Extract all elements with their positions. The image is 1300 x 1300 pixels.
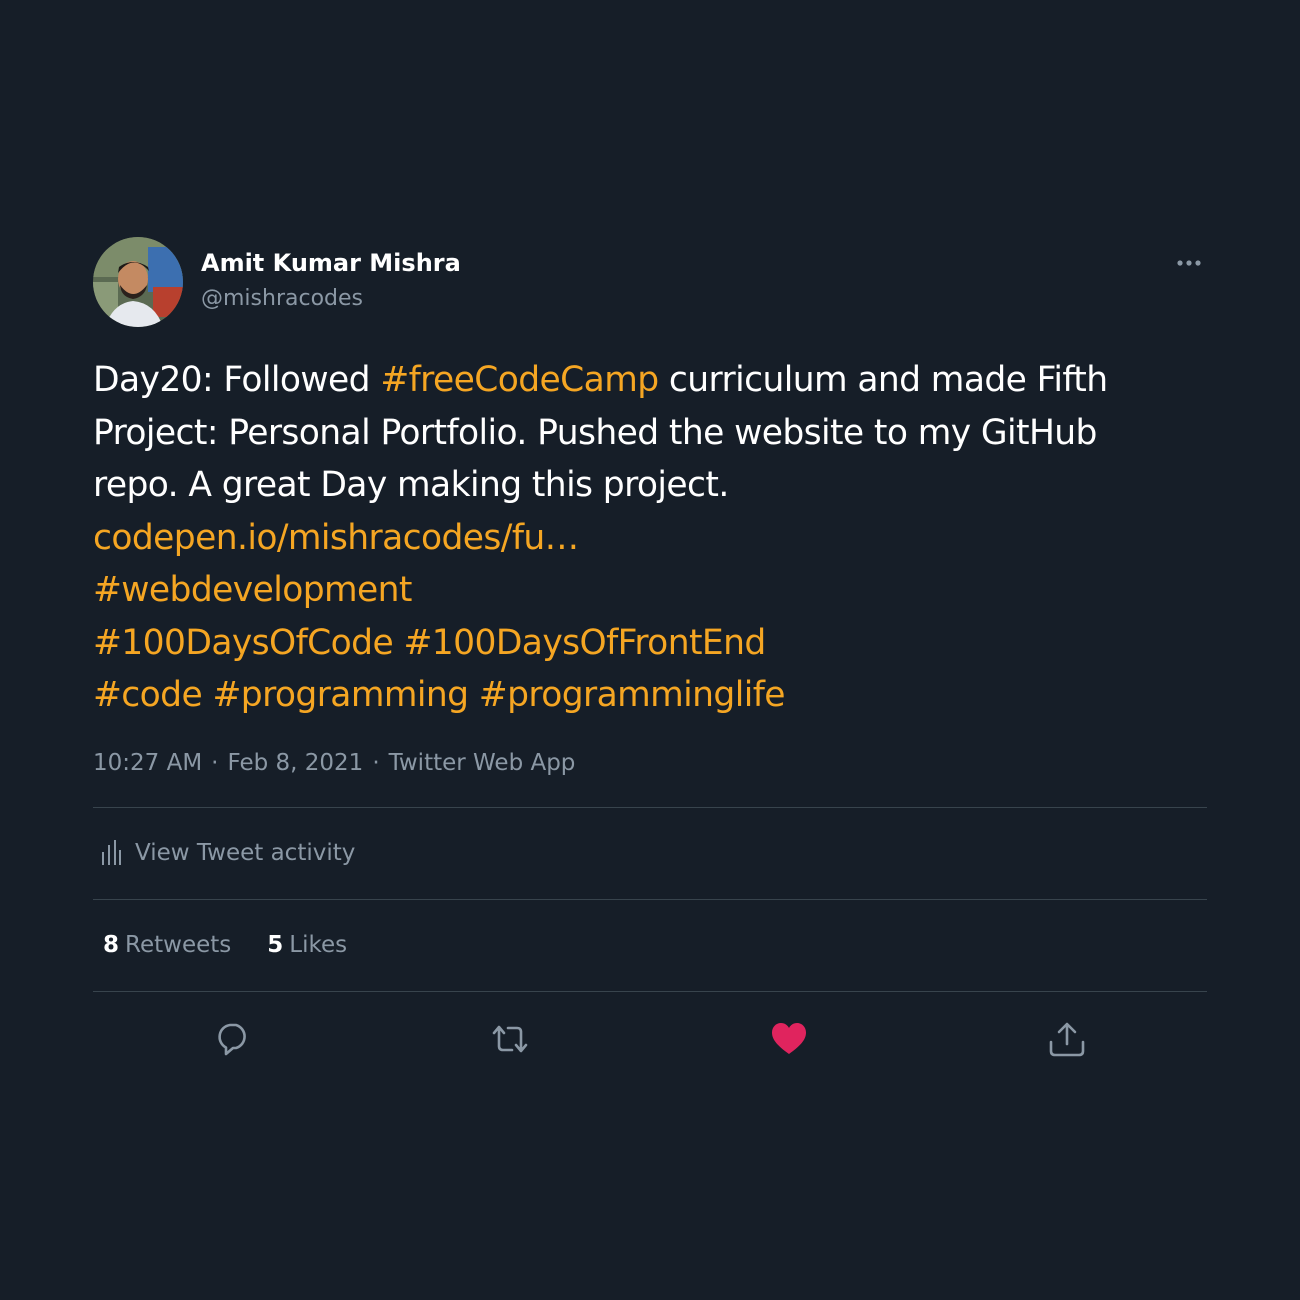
tweet-text-line: Day20: Followed #freeCodeCamp curriculum… [93, 354, 1207, 407]
reply-button[interactable] [213, 1019, 253, 1059]
reply-icon [218, 1023, 246, 1055]
tweet-header: Amit Kumar Mishra @mishracodes [93, 237, 1207, 327]
tweet-text-line: #webdevelopment [93, 564, 1207, 617]
tweet-text: Day20: Followed #freeCodeCamp curriculum… [93, 354, 1207, 722]
display-name[interactable]: Amit Kumar Mishra [201, 249, 461, 277]
retweet-icon [492, 1025, 528, 1052]
user-handle[interactable]: @mishracodes [201, 285, 363, 313]
share-button[interactable] [1047, 1019, 1087, 1059]
tweet-meta: 10:27 AM · Feb 8, 2021 · Twitter Web App [93, 748, 1207, 778]
avatar-photo-icon [93, 237, 183, 327]
tweet-text-segment [202, 675, 212, 715]
tweet-text-segment: Day20: Followed [93, 360, 381, 400]
retweets-label: Retweets [125, 932, 232, 958]
view-tweet-activity-link[interactable]: View Tweet activity [93, 808, 1207, 899]
tweet-text-line: repo. A great Day making this project. [93, 459, 1207, 512]
tweet-text-segment: curriculum and made Fifth [658, 360, 1108, 400]
retweets-stat[interactable]: 8 Retweets [103, 932, 231, 958]
like-button[interactable] [769, 1019, 809, 1059]
tweet-time[interactable]: 10:27 AM [93, 750, 202, 776]
more-icon [1177, 260, 1201, 266]
tweet-text-segment [393, 623, 403, 663]
tweet-text-line: #code #programming #programminglife [93, 669, 1207, 722]
likes-label: Likes [289, 932, 348, 958]
retweets-count: 8 [103, 932, 120, 958]
tweet-date[interactable]: Feb 8, 2021 [227, 750, 363, 776]
hashtag-link[interactable]: #programminglife [479, 675, 786, 715]
share-icon [1049, 1022, 1085, 1056]
avatar[interactable] [93, 237, 183, 327]
tweet-text-line: codepen.io/mishracodes/fu… [93, 512, 1207, 565]
tweet-text-segment [468, 675, 478, 715]
view-tweet-activity-label: View Tweet activity [135, 840, 356, 866]
tweet-text-line: #100DaysOfCode #100DaysOfFrontEnd [93, 617, 1207, 670]
hashtag-link[interactable]: #100DaysOfCode [93, 623, 394, 663]
tweet-text-segment: Project: Personal Portfolio. Pushed the … [93, 412, 1097, 453]
tweet-source[interactable]: Twitter Web App [389, 750, 576, 776]
hashtag-link[interactable]: #code [93, 675, 203, 715]
tweet-text-line: Project: Personal Portfolio. Pushed the … [93, 407, 1207, 460]
likes-stat[interactable]: 5 Likes [267, 932, 347, 958]
hashtag-link[interactable]: #100DaysOfFrontEnd [403, 623, 766, 663]
analytics-bars-icon [102, 840, 121, 865]
hashtag-link[interactable]: #freeCodeCamp [380, 360, 659, 400]
likes-count: 5 [267, 932, 284, 958]
retweet-button[interactable] [490, 1019, 530, 1059]
tweet-link[interactable]: codepen.io/mishracodes/fu… [93, 518, 579, 558]
heart-icon [772, 1022, 806, 1054]
hashtag-link[interactable]: #webdevelopment [93, 570, 412, 610]
tweet-actions [93, 992, 1207, 1084]
tweet-text-segment: repo. A great Day making this project. [93, 465, 729, 505]
tweet-stats: 8 Retweets 5 Likes [93, 900, 1207, 991]
meta-separator: · [211, 749, 219, 776]
more-options-button[interactable] [1175, 255, 1205, 271]
tweet-card: Amit Kumar Mishra @mishracodes Day20: Fo… [93, 237, 1207, 1084]
hashtag-link[interactable]: #programming [212, 675, 469, 715]
meta-separator: · [372, 749, 380, 776]
